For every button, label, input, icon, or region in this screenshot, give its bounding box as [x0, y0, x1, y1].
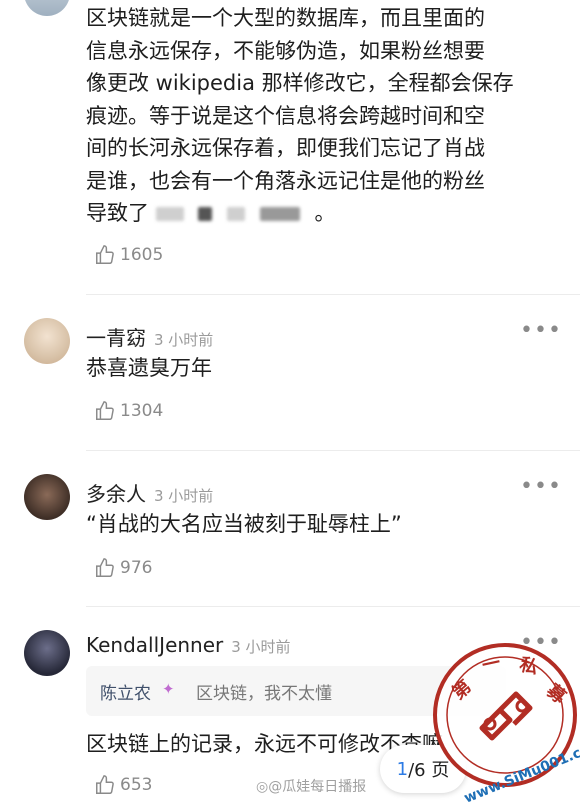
- comment-text: 恭喜遗臭万年: [86, 356, 212, 380]
- text-segment: 导致了: [86, 201, 149, 225]
- blurred-text: [259, 207, 300, 221]
- like-count: 1304: [120, 401, 164, 421]
- like-button[interactable]: 653: [94, 774, 152, 796]
- comment-author[interactable]: KendallJenner 3 小时前: [86, 633, 291, 657]
- avatar[interactable]: [24, 318, 70, 364]
- divider: [86, 294, 580, 295]
- text-line: 是谁，也会有一个角落永远记住是他的粉丝: [86, 168, 485, 193]
- timestamp: 3 小时前: [231, 638, 291, 656]
- text-line: 痕迹。等于说是这个信息将会跨越时间和空: [86, 103, 485, 128]
- text-segment: 。: [314, 201, 336, 225]
- text-line: 导致了 。: [86, 197, 536, 230]
- reply-author[interactable]: 陈立农: [100, 679, 151, 704]
- more-options-icon[interactable]: •••: [520, 474, 562, 499]
- like-count: 976: [120, 558, 153, 578]
- thumbs-up-icon: [96, 401, 114, 420]
- thumbs-up-icon: [96, 245, 114, 264]
- avatar[interactable]: [24, 474, 70, 520]
- thumbs-up-icon: [96, 775, 114, 794]
- candy-icon: ✦: [162, 680, 175, 698]
- blurred-text: [198, 207, 213, 221]
- timestamp: 3 小时前: [154, 487, 214, 505]
- text-line: 信息永远保存，不能够伪造，如果粉丝想要: [86, 38, 485, 63]
- text-line: 区块链就是一个大型的数据库，而且里面的: [86, 6, 485, 30]
- comment-author[interactable]: 一青窈 3 小时前: [86, 322, 213, 351]
- author-name[interactable]: KendallJenner: [86, 633, 223, 657]
- comment-text: 区块链就是一个大型的数据库，而且里面的 信息永远保存，不能够伪造，如果粉丝想要 …: [86, 2, 536, 230]
- comment-text: “肖战的大名应当被刻于耻辱柱上”: [86, 512, 402, 536]
- blurred-text: [155, 207, 184, 221]
- like-button[interactable]: 1605: [94, 244, 163, 266]
- like-count: 653: [120, 775, 153, 795]
- reply-text: 区块链，我不太懂: [196, 684, 332, 704]
- divider: [86, 606, 580, 607]
- text-line: 像更改 wikipedia 那样修改它，全程都会保存: [86, 71, 514, 95]
- thumbs-up-icon: [96, 558, 114, 577]
- current-page: 1: [396, 758, 409, 780]
- more-options-icon[interactable]: •••: [520, 318, 562, 343]
- avatar[interactable]: [24, 630, 70, 676]
- blurred-text: [227, 207, 246, 221]
- weibo-watermark: ◎@瓜娃每日播报: [256, 776, 366, 796]
- weibo-icon: ◎: [256, 779, 269, 795]
- like-button[interactable]: 976: [94, 557, 152, 579]
- author-name[interactable]: 多余人: [86, 482, 146, 506]
- comment-author[interactable]: 多余人 3 小时前: [86, 478, 213, 507]
- timestamp: 3 小时前: [154, 331, 214, 349]
- author-name[interactable]: 一青窈: [86, 326, 146, 350]
- text-line: 间的长河永远保存着，即便我们忘记了肖战: [86, 136, 485, 160]
- divider: [86, 450, 580, 451]
- avatar[interactable]: [24, 0, 70, 16]
- watermark-text: @瓜娃每日播报: [268, 779, 367, 795]
- like-count: 1605: [120, 245, 164, 265]
- like-button[interactable]: 1304: [94, 400, 163, 422]
